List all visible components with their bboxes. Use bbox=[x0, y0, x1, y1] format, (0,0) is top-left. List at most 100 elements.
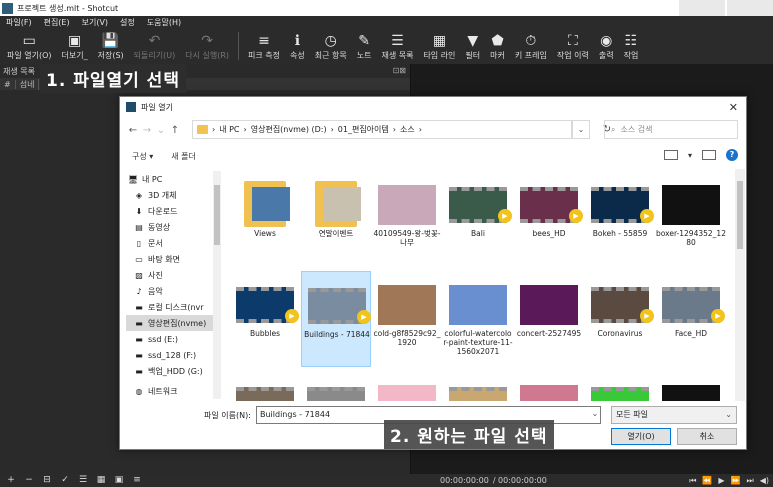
help-icon[interactable]: ? bbox=[726, 149, 738, 161]
toolbar-button[interactable]: ⬟ 마커 bbox=[485, 32, 510, 61]
toolbar-button[interactable]: ▼ 필터 bbox=[460, 32, 485, 61]
file-item[interactable]: concert-2527495 bbox=[514, 271, 584, 367]
nav-item[interactable]: ◍ 네트워크 bbox=[126, 383, 214, 399]
file-item[interactable]: ▶ bbox=[301, 371, 371, 401]
scroll-thumb[interactable] bbox=[214, 185, 220, 245]
grid-view-icon[interactable]: ▦ bbox=[94, 475, 108, 486]
breadcrumb-item[interactable]: 영상편집(nvme) (D:) bbox=[251, 124, 327, 135]
nav-item[interactable]: ▬ ssd (E:) bbox=[126, 331, 214, 347]
recent-dropdown-icon[interactable]: ⌄ bbox=[154, 125, 168, 136]
volume-icon[interactable]: ◀) bbox=[760, 476, 769, 485]
toolbar-button[interactable]: ↷ 다시 실행(R) bbox=[180, 32, 234, 61]
check-icon[interactable]: ✓ bbox=[58, 475, 72, 486]
minimize-button[interactable] bbox=[679, 0, 725, 16]
chevron-down-icon[interactable]: ▾ bbox=[688, 151, 692, 160]
nav-item[interactable]: ▯ 문서 bbox=[126, 235, 214, 251]
file-item[interactable]: ▶ Coronavirus bbox=[585, 271, 655, 367]
file-item[interactable]: ▶ bbox=[443, 371, 513, 401]
rewind-icon[interactable]: ⏪ bbox=[702, 476, 712, 485]
back-icon[interactable]: ← bbox=[126, 125, 140, 136]
nav-item[interactable]: ▨ 사진 bbox=[126, 267, 214, 283]
nav-item[interactable]: ▬ 영상편집(nvme) bbox=[126, 315, 214, 331]
time-current[interactable]: 00:00:00:00 bbox=[440, 476, 489, 485]
file-item[interactable]: ▶ Face_HD bbox=[656, 271, 726, 367]
preview-pane-icon[interactable] bbox=[702, 150, 716, 160]
nav-item[interactable]: ▬ 로컬 디스크(nvr bbox=[126, 299, 214, 315]
nav-item[interactable]: 🖥 내 PC bbox=[126, 171, 214, 187]
fast-forward-icon[interactable]: ⏩ bbox=[731, 476, 741, 485]
file-item[interactable]: colorful-watercolor-paint-texture-11-156… bbox=[443, 271, 513, 367]
skip-end-icon[interactable]: ⏭ bbox=[747, 476, 754, 486]
nav-item[interactable]: ▬ ssd_128 (F:) bbox=[126, 347, 214, 363]
maximize-button[interactable] bbox=[727, 0, 773, 16]
menu-item[interactable]: 편집(E) bbox=[38, 17, 76, 28]
file-item[interactable]: Views bbox=[230, 171, 300, 267]
list-view-icon[interactable]: ☰ bbox=[76, 475, 90, 486]
toolbar-button[interactable]: ✎ 노트 bbox=[352, 32, 377, 61]
menu-icon[interactable]: ≡ bbox=[130, 475, 144, 486]
nav-item[interactable]: ◈ 3D 개체 bbox=[126, 187, 214, 203]
file-item[interactable] bbox=[656, 371, 726, 401]
breadcrumb-item[interactable]: 소스 bbox=[400, 124, 415, 135]
view-mode-icon[interactable] bbox=[663, 150, 678, 160]
up-icon[interactable]: ↑ bbox=[168, 125, 182, 136]
forward-icon[interactable]: → bbox=[140, 125, 154, 136]
scroll-thumb[interactable] bbox=[737, 181, 743, 249]
nav-item[interactable]: ▤ 동영상 bbox=[126, 219, 214, 235]
toolbar-button[interactable]: 💾 저장(S) bbox=[93, 32, 129, 61]
grid-scrollbar[interactable] bbox=[735, 169, 745, 401]
nav-scrollbar[interactable] bbox=[213, 171, 221, 399]
file-item[interactable]: ▶ bees_HD bbox=[514, 171, 584, 267]
cancel-button[interactable]: 취소 bbox=[677, 428, 737, 445]
organize-button[interactable]: 구성 ▾ bbox=[132, 151, 153, 162]
toolbar-button[interactable]: ◷ 최근 항목 bbox=[310, 32, 352, 61]
file-item[interactable]: boxer-1294352_1280 bbox=[656, 171, 726, 267]
search-input[interactable]: ⌕ 소스 검색 bbox=[604, 120, 738, 139]
new-folder-button[interactable]: 새 폴더 bbox=[171, 151, 196, 162]
file-item[interactable]: ▶ bbox=[230, 371, 300, 401]
toolbar-button[interactable]: ↶ 되돌리기(U) bbox=[129, 32, 181, 61]
open-button[interactable]: 열기(O) bbox=[611, 428, 671, 445]
play-icon[interactable]: ▶ bbox=[718, 476, 724, 485]
menu-item[interactable]: 파일(F) bbox=[0, 17, 38, 28]
chevron-down-icon[interactable]: ⌄ bbox=[572, 120, 590, 139]
file-item[interactable]: ▶ bbox=[585, 371, 655, 401]
menu-item[interactable]: 도움말(H) bbox=[141, 17, 187, 28]
nav-item[interactable]: ⬇ 다운로드 bbox=[126, 203, 214, 219]
nav-item[interactable]: ▬ 백업_HDD (G:) bbox=[126, 363, 214, 379]
toolbar-button[interactable]: ▦ 타임 라인 bbox=[418, 32, 460, 61]
toolbar-button[interactable]: ☷ 작업 bbox=[619, 32, 644, 61]
breadcrumb-item[interactable]: 내 PC bbox=[219, 124, 239, 135]
nav-item[interactable]: ♪ 음악 bbox=[126, 283, 214, 299]
nav-item[interactable]: ▭ 바탕 화면 bbox=[126, 251, 214, 267]
column-number[interactable]: # bbox=[0, 79, 16, 89]
toolbar-button[interactable]: ▣ 더보기_ bbox=[57, 32, 93, 61]
panel-close-icon[interactable]: ⊡⊠ bbox=[393, 66, 406, 75]
column-thumbnail[interactable]: 섬네 bbox=[16, 78, 40, 90]
update-icon[interactable]: ⊟ bbox=[40, 475, 54, 486]
chevron-down-icon[interactable]: ⌄ bbox=[589, 406, 601, 424]
breadcrumb[interactable]: › 내 PC › 영상편집(nvme) (D:) › 01_편집아이템 › 소스… bbox=[192, 120, 572, 139]
file-item[interactable]: ▶ Bubbles bbox=[230, 271, 300, 367]
menu-item[interactable]: 보기(V) bbox=[76, 17, 114, 28]
file-item[interactable] bbox=[372, 371, 442, 401]
file-item[interactable]: 연말이벤트 bbox=[301, 171, 371, 267]
file-type-select[interactable]: 모든 파일 ⌄ bbox=[611, 406, 737, 424]
breadcrumb-item[interactable]: 01_편집아이템 bbox=[338, 124, 389, 135]
file-item[interactable]: ▶ Bali bbox=[443, 171, 513, 267]
file-item[interactable]: 40109549-왕-벚꽃-나무 bbox=[372, 171, 442, 267]
toolbar-button[interactable]: ☰ 재생 목록 bbox=[376, 32, 418, 61]
tile-view-icon[interactable]: ▣ bbox=[112, 475, 126, 486]
file-item[interactable]: cold-g8f8529c92_1920 bbox=[372, 271, 442, 367]
toolbar-button[interactable]: ⏱ 키 프레임 bbox=[510, 32, 552, 61]
file-item[interactable]: ▶ Buildings - 71844 bbox=[301, 271, 371, 367]
file-item[interactable]: ▶ Bokeh - 55859 bbox=[585, 171, 655, 267]
toolbar-button[interactable]: ◉ 출력 bbox=[594, 32, 619, 61]
menu-item[interactable]: 설정 bbox=[114, 17, 141, 28]
toolbar-button[interactable]: ℹ 속성 bbox=[285, 32, 310, 61]
close-icon[interactable]: ✕ bbox=[729, 101, 738, 114]
toolbar-button[interactable]: ≡ 피크 측정 bbox=[243, 32, 285, 61]
skip-start-icon[interactable]: ⏮ bbox=[689, 476, 696, 486]
add-icon[interactable]: + bbox=[4, 475, 18, 486]
toolbar-button[interactable]: ⛶ 작업 이력 bbox=[552, 32, 594, 61]
